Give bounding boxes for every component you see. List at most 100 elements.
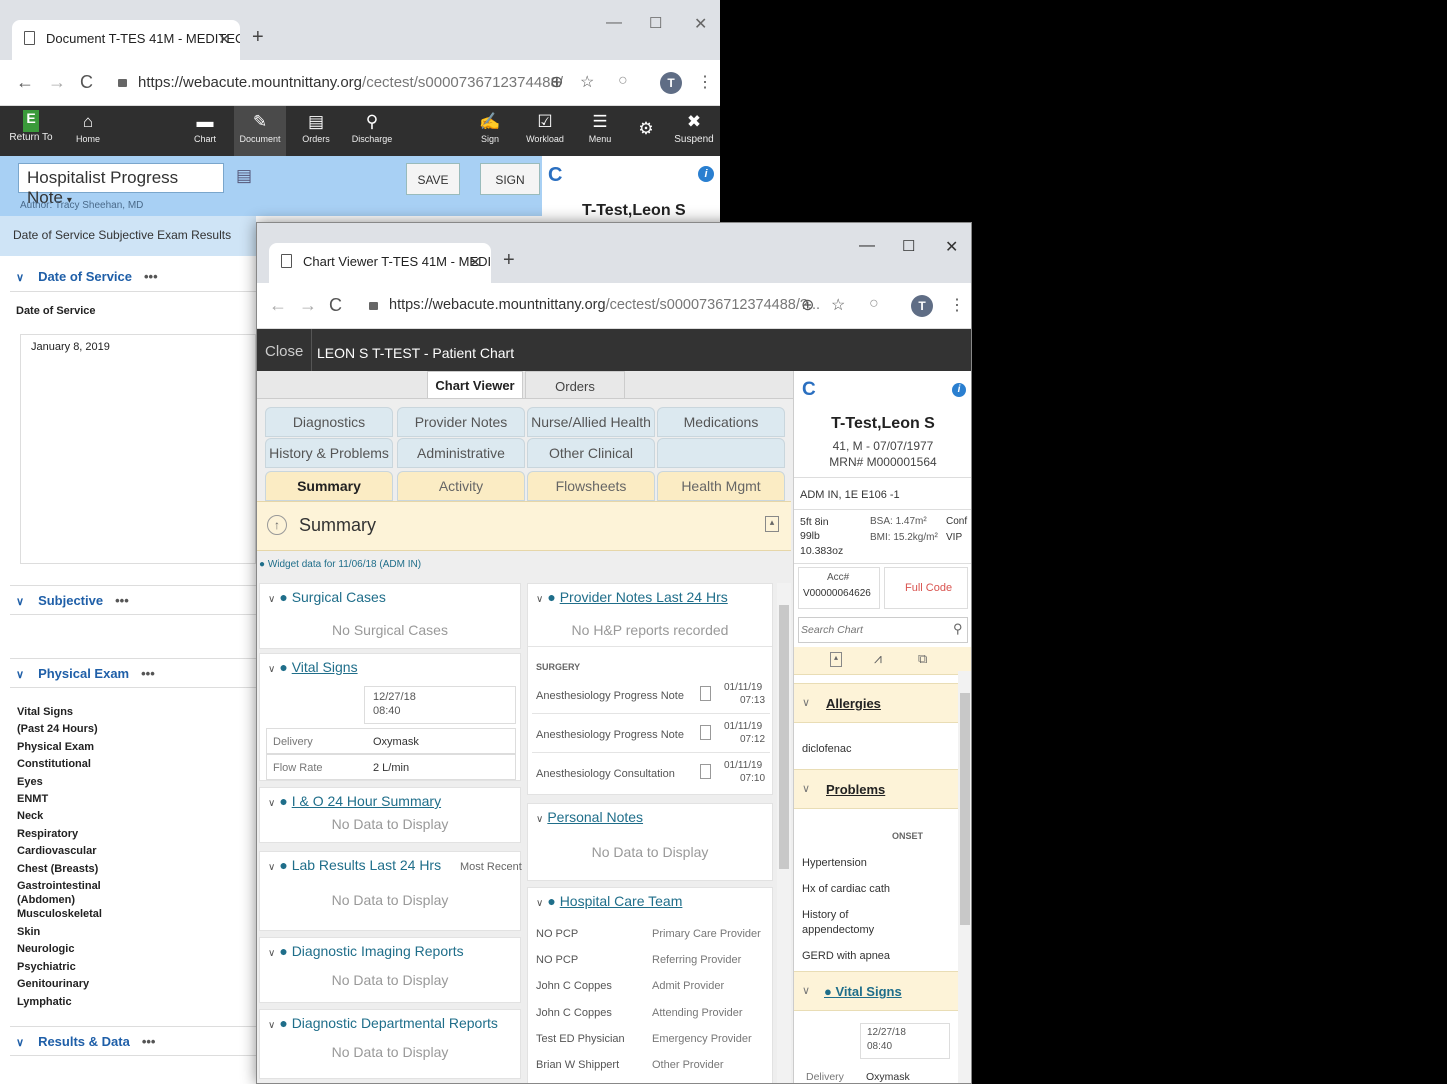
document-button[interactable]: ✎ Document (234, 106, 286, 156)
minimize-icon[interactable]: — (859, 237, 875, 255)
more-options-icon[interactable]: ••• (144, 269, 158, 284)
exam-item[interactable]: Physical Exam (17, 739, 102, 756)
collapse-icon[interactable]: ∨ (268, 862, 275, 873)
tab-activity[interactable]: Activity (397, 471, 525, 501)
orders-button[interactable]: ▤ Orders (296, 106, 336, 156)
tab-provider-notes[interactable]: Provider Notes (397, 407, 525, 437)
menu-button[interactable]: ☰ Menu (582, 106, 618, 156)
collapse-icon[interactable]: ∨ (16, 596, 24, 608)
exam-item[interactable]: Skin (17, 924, 102, 941)
more-options-icon[interactable]: ••• (141, 666, 155, 681)
more-options-icon[interactable]: ••• (115, 593, 129, 608)
profile-avatar[interactable]: T (911, 295, 933, 317)
maximize-icon[interactable]: ☐ (902, 237, 915, 255)
collapse-icon[interactable]: ∨ (536, 898, 543, 909)
info-icon[interactable]: i (698, 166, 714, 182)
forward-icon[interactable]: → (48, 72, 66, 93)
forward-icon[interactable]: → (299, 295, 317, 316)
star-icon[interactable]: ☆ (831, 295, 845, 315)
tab-summary[interactable]: Summary (265, 471, 393, 501)
tab-chart-viewer[interactable]: Chart Viewer (427, 371, 523, 399)
exam-item[interactable]: Gastrointestinal (17, 878, 102, 895)
exam-item[interactable]: Chest (Breasts) (17, 861, 102, 878)
workload-button[interactable]: ☑ Workload (524, 106, 566, 156)
table-row[interactable]: Anesthesiology Progress Note 01/11/19 07… (532, 678, 770, 714)
exam-item[interactable]: Neurologic (17, 941, 102, 958)
scrollbar-thumb[interactable] (779, 605, 789, 869)
exam-item[interactable]: Respiratory (17, 826, 102, 843)
collapse-icon[interactable]: ∨ (16, 1037, 24, 1049)
exam-item[interactable]: Neck (17, 808, 102, 825)
note-document-icon[interactable] (700, 686, 711, 701)
note-document-icon[interactable] (700, 725, 711, 740)
url-field[interactable]: https://webacute.mountnittany.org/cectes… (389, 297, 820, 313)
tab-health-mgmt[interactable]: Health Mgmt (657, 471, 785, 501)
collapse-icon[interactable]: ∨ (16, 272, 24, 284)
exam-item[interactable]: ENMT (17, 791, 102, 808)
collapse-icon[interactable]: ∨ (268, 594, 275, 605)
close-window-icon[interactable]: ✕ (945, 237, 958, 257)
results-data-section-header[interactable]: ∨ Results & Data ••• (10, 1026, 256, 1056)
collapse-icon[interactable]: ∨ (268, 798, 275, 809)
url-field[interactable]: https://webacute.mountnittany.org/cectes… (138, 74, 563, 91)
sign-note-button[interactable]: SIGN (480, 163, 540, 195)
new-tab-icon[interactable]: + (503, 249, 515, 272)
tab-history-problems[interactable]: History & Problems (265, 438, 393, 468)
tab-medications[interactable]: Medications (657, 407, 785, 437)
tab-other-clinical[interactable]: Other Clinical (527, 438, 655, 468)
collapse-icon[interactable]: ∨ (536, 814, 543, 825)
chart-button[interactable]: ▬ Chart (186, 106, 224, 156)
problems-section-header[interactable]: ∨ Problems (794, 769, 958, 809)
search-icon[interactable]: ⚲ (953, 621, 963, 637)
collapse-icon[interactable]: ∨ (802, 696, 810, 709)
save-button[interactable]: SAVE (406, 163, 460, 195)
exam-item[interactable]: Psychiatric (17, 959, 102, 976)
maximize-icon[interactable]: ☐ (649, 14, 662, 32)
info-icon[interactable]: i (952, 383, 966, 397)
minimize-icon[interactable]: — (606, 14, 622, 32)
vital-signs-section-header[interactable]: ∨ ● Vital Signs (794, 971, 958, 1011)
reload-icon[interactable]: C (329, 295, 342, 316)
allergies-section-header[interactable]: ∨ Allergies (794, 683, 958, 723)
refresh-icon[interactable]: C (548, 164, 562, 187)
close-tab-icon[interactable]: ✕ (218, 31, 230, 48)
extension-icon[interactable]: ○ (869, 295, 879, 313)
section-tabs[interactable]: Date of Service Subjective Exam Results (0, 216, 256, 256)
search-chart-box[interactable]: ⚲ (798, 617, 968, 643)
collapse-icon[interactable]: ∨ (802, 782, 810, 795)
exam-item[interactable]: Eyes (17, 774, 102, 791)
note-document-icon[interactable] (700, 764, 711, 779)
widget-title[interactable]: ∨ ● Lab Results Last 24 Hrs (268, 857, 441, 873)
browser-tab-chart-viewer[interactable]: Chart Viewer T-TES 41M - MEDIT ✕ (269, 243, 491, 283)
tab-administrative[interactable]: Administrative (397, 438, 525, 468)
exam-item[interactable]: Constitutional (17, 756, 102, 773)
browser-tab-document[interactable]: Document T-TES 41M - MEDITEC ✕ (12, 20, 240, 60)
exam-item[interactable]: Musculoskeletal (17, 906, 102, 923)
collapse-icon[interactable]: ∨ (268, 664, 275, 675)
discharge-button[interactable]: ⚲ Discharge (348, 106, 396, 156)
widget-title[interactable]: ∨ Personal Notes (536, 809, 643, 825)
collapse-icon[interactable]: ∨ (268, 948, 275, 959)
close-button[interactable]: Close (265, 343, 303, 360)
close-tab-icon[interactable]: ✕ (469, 254, 481, 271)
widget-title[interactable]: ∨ ● Diagnostic Departmental Reports (268, 1015, 498, 1031)
copy-icon[interactable]: ⧉ (918, 651, 927, 667)
note-type-select[interactable]: Hospitalist Progress Note ▾ (18, 163, 224, 207)
new-tab-icon[interactable]: + (252, 26, 264, 49)
tab-flowsheets[interactable]: Flowsheets (527, 471, 655, 501)
widget-title[interactable]: ∨ ● Diagnostic Imaging Reports (268, 943, 464, 959)
zoom-icon[interactable]: ⊕ (550, 72, 563, 92)
search-chart-input[interactable] (801, 620, 939, 640)
collapse-icon[interactable]: ∨ (802, 984, 810, 997)
table-row[interactable]: Anesthesiology Progress Note 01/11/19 07… (532, 717, 770, 753)
tab-orders[interactable]: Orders (525, 371, 625, 399)
sign-button[interactable]: ✍ Sign (472, 106, 508, 156)
print-icon[interactable]: ▴ (830, 652, 842, 667)
profile-avatar[interactable]: T (660, 72, 682, 94)
menu-dots-icon[interactable]: ⋮ (949, 295, 965, 315)
collapse-icon[interactable]: ∨ (16, 669, 24, 681)
widget-title[interactable]: ∨ ● Hospital Care Team (536, 893, 682, 909)
print-icon[interactable]: ▴ (765, 516, 779, 532)
home-button[interactable]: ⌂ Home (68, 106, 108, 156)
collapse-icon[interactable]: ∨ (268, 1020, 275, 1031)
